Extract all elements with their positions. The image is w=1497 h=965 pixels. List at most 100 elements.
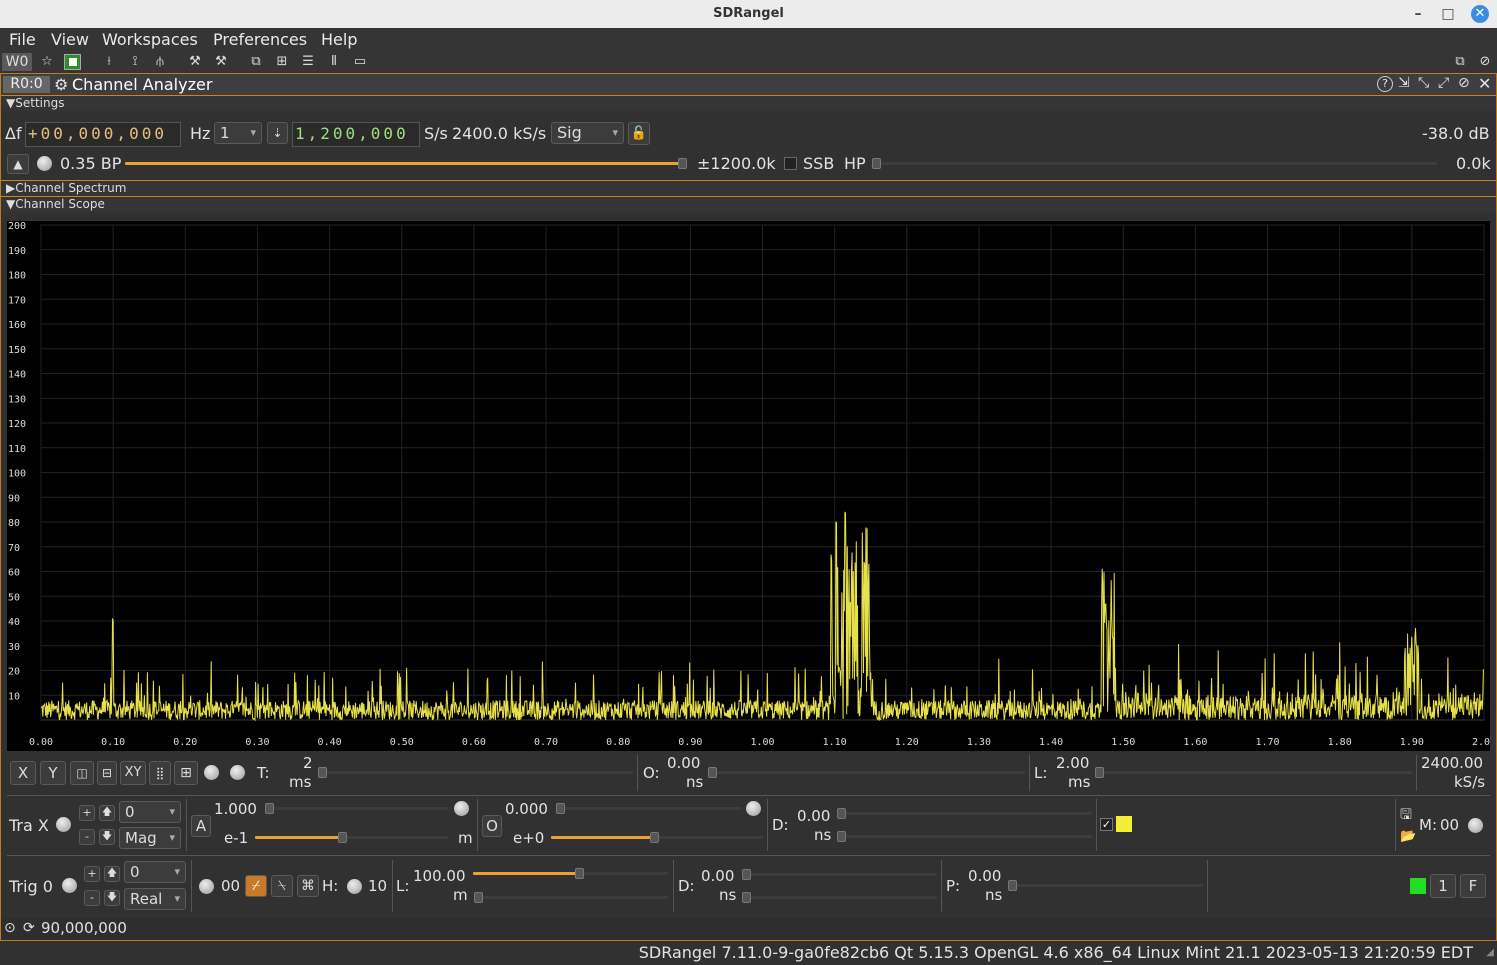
amp-dial[interactable] [454,801,469,816]
trig-delay-fine-slider[interactable] [747,896,937,899]
cascade-icon[interactable]: ⧉ [246,53,266,71]
help-icon[interactable]: ? [1377,76,1393,92]
hide-channel-icon[interactable]: ⊘ [1458,75,1470,91]
bandwidth-slider[interactable] [125,162,680,165]
scope-section-toggle[interactable]: ▼Channel Scope [1,196,1496,212]
restore-icon[interactable]: ⧉ [1450,53,1470,71]
channel-index-badge[interactable]: R0:0 [3,76,50,93]
stop-icon[interactable] [64,54,81,70]
amp-fine-slider[interactable] [255,836,341,839]
ofs-fine-slider[interactable] [551,836,653,839]
maximize-icon[interactable]: □ [1437,0,1459,28]
trace-color-dial[interactable] [56,817,71,832]
trigger-color-dial[interactable] [62,878,77,893]
star-icon[interactable]: ☆ [37,53,57,71]
trace-delay-coarse-slider[interactable] [842,812,1092,815]
trace-color-swatch[interactable] [1116,816,1132,832]
trace-delay-fine-slider[interactable] [842,835,1092,838]
settings-section-toggle[interactable]: ▼Settings [1,95,1496,111]
decimation-select[interactable]: 1 [214,122,262,144]
lock-icon[interactable]: 🔓 [628,122,650,145]
menu-workspaces[interactable]: Workspaces [102,30,198,49]
columns-icon[interactable]: ⫴ [324,53,344,71]
hide-icon[interactable]: ⊘ [1475,53,1495,71]
menu-preferences[interactable]: Preferences [213,30,307,49]
bp-dial[interactable] [37,156,52,171]
workspace-button[interactable]: W0 [2,53,32,71]
time-slider-handle[interactable] [318,767,327,778]
close-channel-icon[interactable]: ✕ [1478,74,1491,93]
save-icon[interactable]: 🖫 [1400,804,1412,828]
vertical-split-icon[interactable]: ⊟ [97,761,117,785]
trigger-up-icon[interactable]: 🡅 [104,866,120,882]
add-mimo-icon[interactable]: ⫛ [150,53,170,71]
device-icon[interactable]: ⊙ [4,920,16,936]
ssb-checkbox[interactable] [784,157,797,170]
trace-down-icon[interactable]: 🡇 [99,829,115,845]
xy-button[interactable]: XY [120,761,146,785]
menu-view[interactable]: View [51,30,89,49]
bandwidth-slider-handle[interactable] [678,158,687,169]
memory-dial[interactable] [1468,818,1483,833]
auto-amp-button[interactable]: A [191,815,211,837]
trigger-index-select[interactable]: 0 [124,861,186,883]
trace-index-select[interactable]: 0 [119,801,181,823]
amp-coarse-slider[interactable] [270,807,448,810]
offset-slider[interactable] [713,771,1025,774]
menu-help[interactable]: Help [321,30,357,49]
sample-rate-input[interactable]: 1,200,000 [292,122,420,147]
trace-visible-checkbox[interactable]: ✓ [1100,818,1113,831]
y-only-button[interactable]: Y [40,761,66,785]
pretrigger-slider-handle[interactable] [1008,880,1017,891]
trigger-projection-select[interactable]: Real [124,888,186,910]
amp-coarse-slider-handle[interactable] [265,803,274,814]
x-only-button[interactable]: X [10,761,36,785]
lowcut-slider-handle[interactable] [872,158,881,169]
move-icon[interactable]: ⇲ [1398,75,1410,91]
source-select[interactable]: Sig [551,122,624,144]
add-trace-button[interactable]: + [79,805,95,821]
delta-f-input[interactable]: +00,000,000 [25,122,181,147]
level-fine-slider[interactable] [479,896,668,899]
lowcut-slider[interactable] [877,162,1437,165]
trace-projection-select[interactable]: Mag [119,827,181,849]
window-icon[interactable]: ▭ [350,53,370,71]
trace-delay-coarse-handle[interactable] [837,808,846,819]
add-rx-icon[interactable]: ⟊ [99,53,119,71]
tile-icon[interactable]: ⊞ [272,53,292,71]
minimize-icon[interactable]: – [1407,0,1429,28]
offset-slider-handle[interactable] [708,767,717,778]
trace-up-icon[interactable]: 🡅 [99,805,115,821]
trig-delay-coarse-slider[interactable] [747,873,937,876]
triangle-up-icon[interactable]: ▲ [7,154,29,174]
spectrum-section-toggle[interactable]: ▶Channel Spectrum [1,180,1496,196]
trigger-oneshot-button[interactable]: 1 [1430,874,1456,898]
scope-display[interactable]: 200 190 180 170 160 150 140 130 120 110 100 90 80 70 6… [7,221,1490,751]
stack-icon[interactable]: ☰ [298,53,318,71]
ofs-fine-slider-handle[interactable] [650,832,659,843]
ofs-coarse-slider[interactable] [561,807,741,810]
polar-grid-icon[interactable]: ⣿ [149,761,171,785]
feature-icon[interactable]: ⚒ [185,53,205,71]
trig-delay-coarse-handle[interactable] [742,869,751,880]
trigger-count-dial[interactable] [199,879,214,894]
add-tx-icon[interactable]: ⟟ [125,53,145,71]
ofs-dial[interactable] [746,801,761,816]
grid-intensity-dial[interactable] [204,765,219,780]
both-edges-icon[interactable]: ⌘ [297,875,319,897]
freerun-button[interactable]: F [1460,874,1486,898]
settings-gear-icon[interactable]: ⚙ [54,75,68,94]
trace-delay-fine-handle[interactable] [837,831,846,842]
horizontal-split-icon[interactable]: ◫ [70,761,94,785]
length-slider[interactable] [1100,771,1412,774]
amp-fine-slider-handle[interactable] [338,832,347,843]
ofs-coarse-slider-handle[interactable] [556,803,565,814]
feature2-icon[interactable]: ⚒ [211,53,231,71]
holdoff-dial[interactable] [347,879,362,894]
auto-offset-button[interactable]: O [482,815,502,837]
reset-icon[interactable]: ⟳ [23,920,35,936]
remove-trigger-button[interactable]: - [84,890,100,906]
close-icon[interactable]: ✕ [1471,5,1489,23]
menu-file[interactable]: File [9,30,36,49]
pretrigger-slider[interactable] [1013,884,1203,887]
